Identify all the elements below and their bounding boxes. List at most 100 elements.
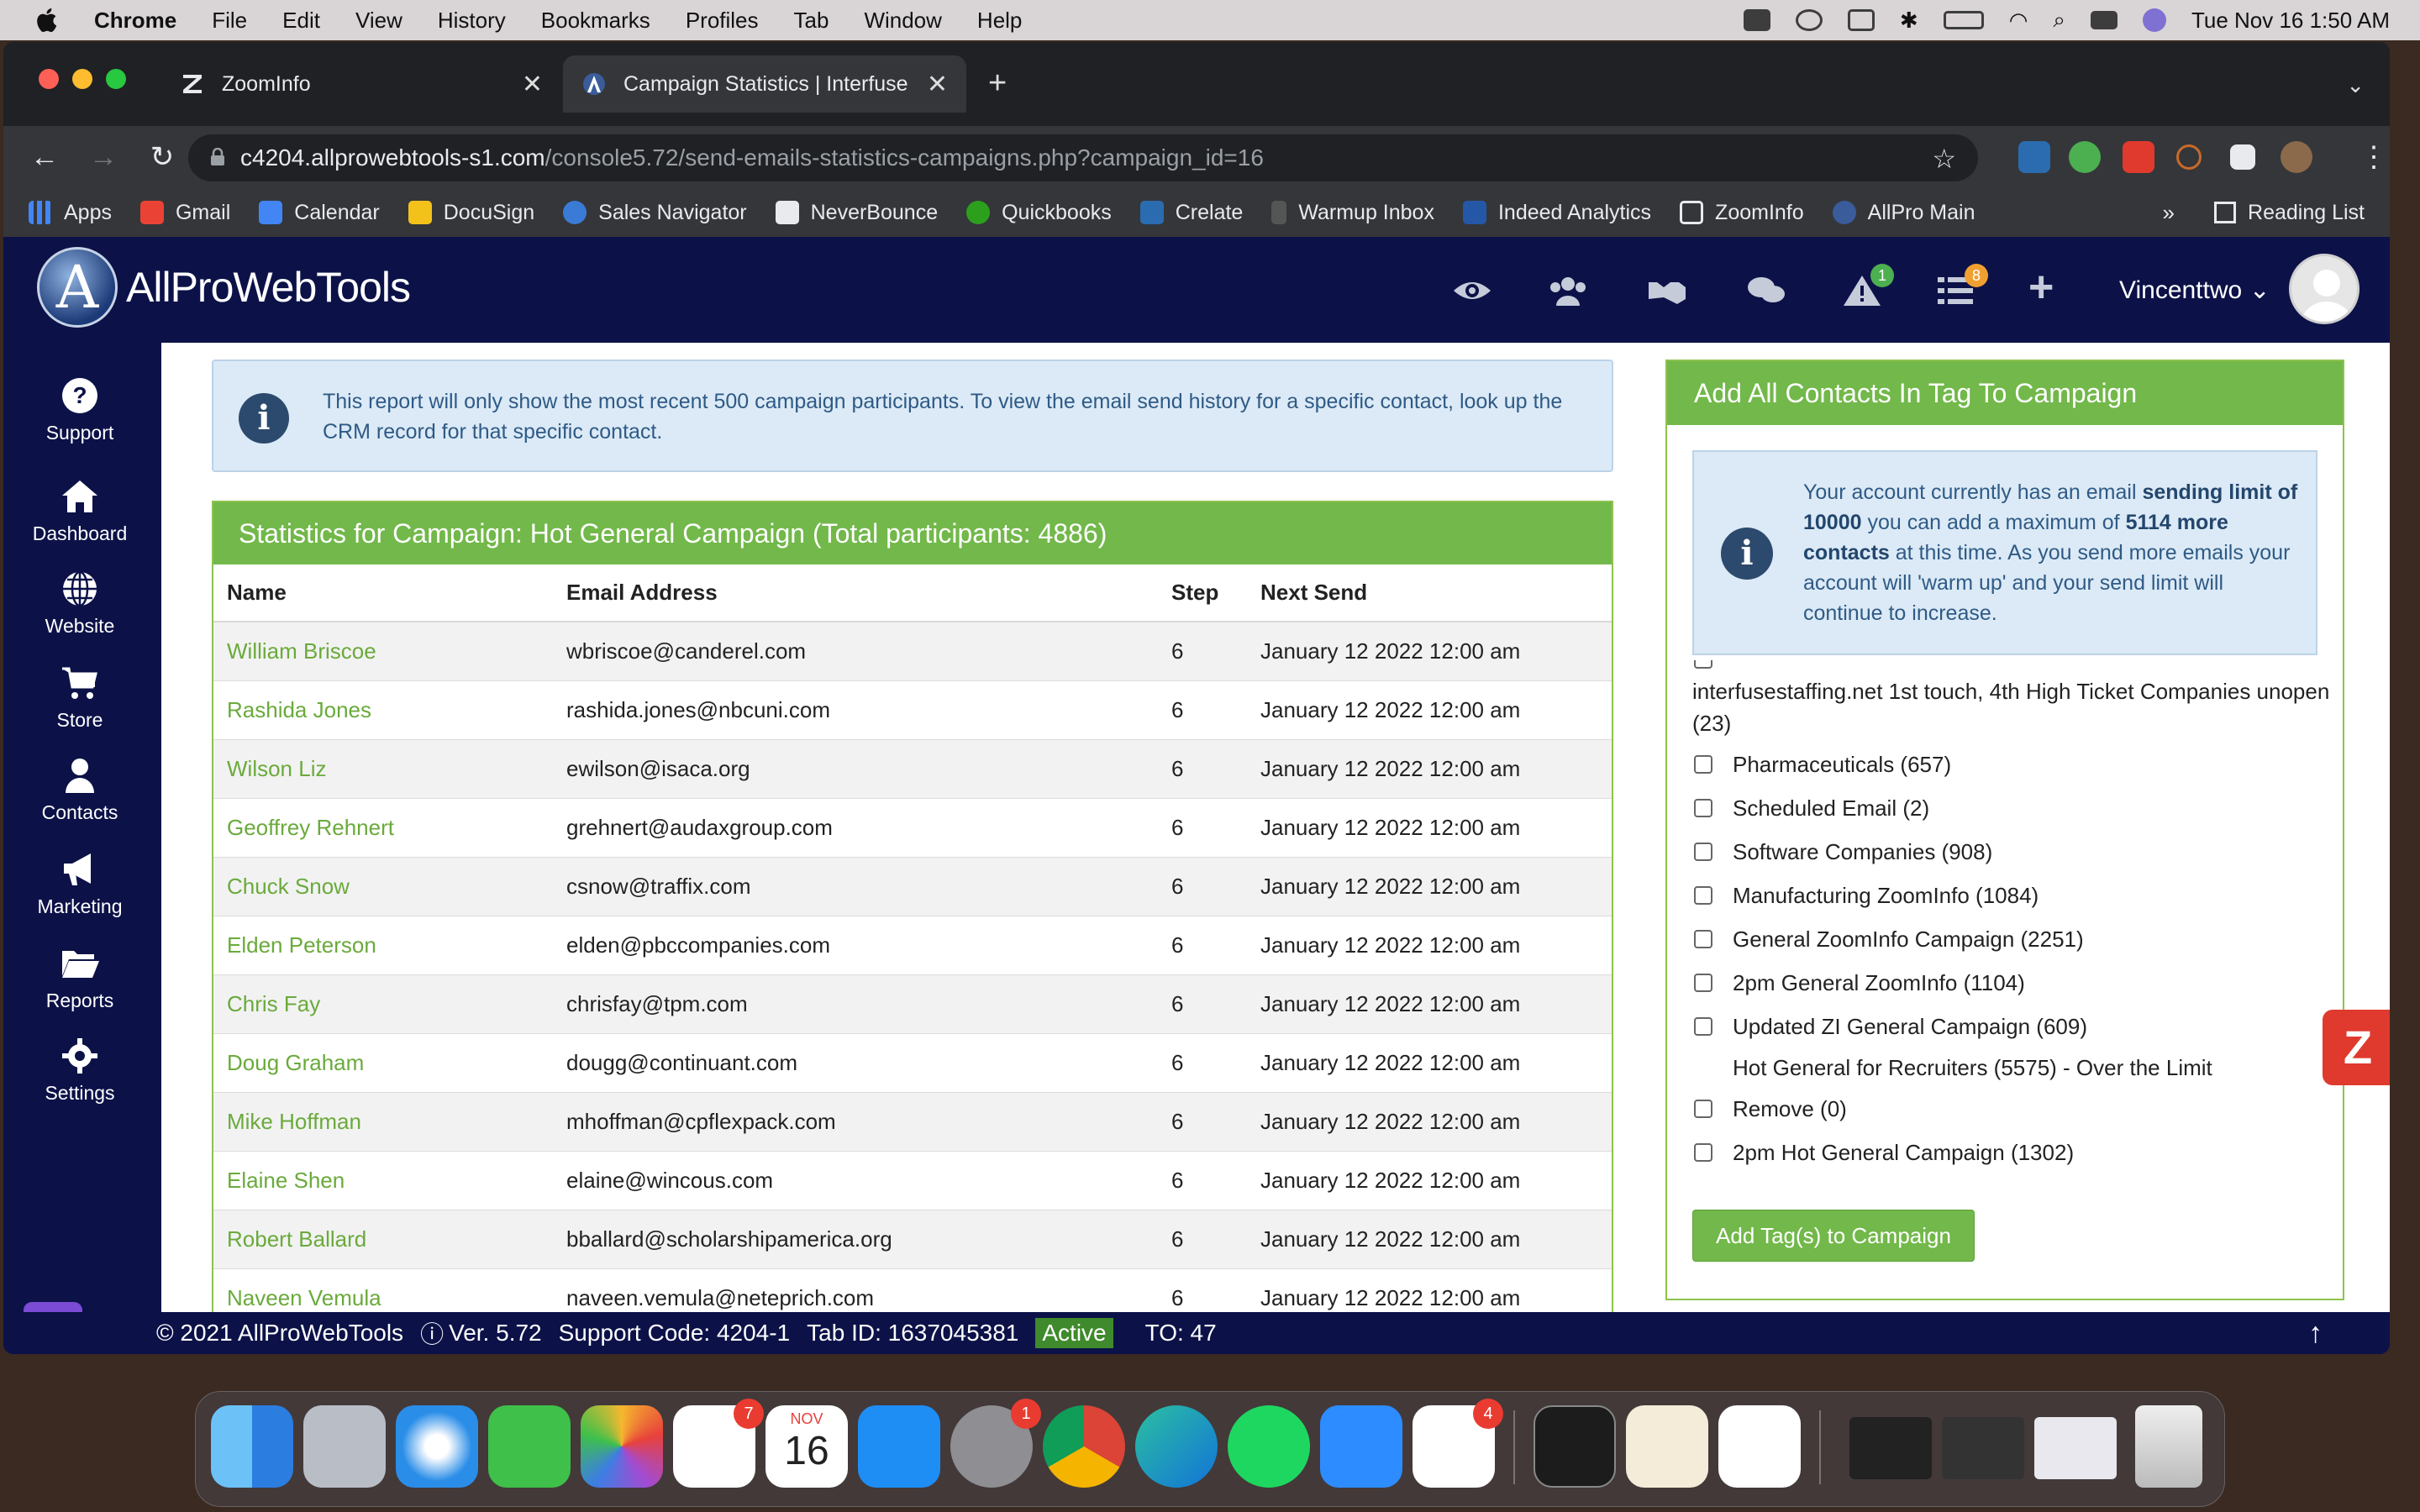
window-thumbnail[interactable] [1849,1417,1932,1479]
col-step[interactable]: Step [1171,564,1260,622]
window-thumbnail[interactable] [1942,1417,2024,1479]
sidebar-item-support[interactable]: ? Support [3,376,156,444]
chat-bubbles-icon[interactable] [1746,274,1786,307]
slack-icon[interactable]: 4 [1413,1399,1503,1488]
tag-checkbox[interactable] [1694,843,1712,861]
siri-icon[interactable] [2142,8,2166,32]
sidebar-item-reports[interactable]: Reports [3,944,156,1012]
zoominfo-side-button[interactable]: Z [2323,1010,2390,1085]
back-arrow-icon[interactable]: ← [27,141,62,174]
participant-name-link[interactable]: Chris Fay [213,974,566,1034]
users-icon[interactable] [1548,274,1588,307]
tasks-button[interactable]: 8 [1936,264,1988,307]
bookmark-star-icon[interactable]: ☆ [1932,143,1956,175]
tag-item[interactable]: 2pm Hot General Campaign (1302) [1692,1131,2331,1174]
sidebar-item-store[interactable]: Store [3,664,156,732]
menu-app-name[interactable]: Chrome [94,8,176,34]
apple-icon[interactable] [34,6,62,34]
safari-icon[interactable] [396,1405,478,1488]
bookmark-warmup-inbox[interactable]: Warmup Inbox [1271,201,1434,225]
tag-checkbox[interactable] [1694,1143,1712,1162]
finder-icon[interactable] [211,1405,293,1488]
tag-checkbox[interactable] [1694,974,1712,992]
participant-name-link[interactable]: Rashida Jones [213,680,566,740]
participant-name-link[interactable]: Doug Graham [213,1033,566,1093]
menu-window[interactable]: Window [864,8,941,34]
bookmark-sales-navigator[interactable]: Sales Navigator [563,201,747,225]
participant-name-link[interactable]: William Briscoe [213,622,566,681]
numbers-icon[interactable] [1718,1405,1801,1488]
reading-list-button[interactable]: Reading List [2214,201,2365,225]
menu-bookmarks[interactable]: Bookmarks [541,8,650,34]
sidebar-item-website[interactable]: Website [3,570,156,638]
menu-view[interactable]: View [355,8,402,34]
participant-name-link[interactable]: Naveen Vemula [213,1268,566,1312]
lock-icon[interactable] [210,148,225,166]
menu-file[interactable]: File [212,8,247,34]
scroll-top-arrow-icon[interactable]: ↑ [2308,1317,2323,1350]
menubar-clock[interactable]: Tue Nov 16 1:50 AM [2191,8,2390,34]
tag-item[interactable]: Scheduled Email (2) [1692,786,2331,830]
chrome-icon[interactable] [1043,1405,1125,1488]
tag-checkbox[interactable] [1694,1100,1712,1118]
extensions-puzzle-icon[interactable] [2230,144,2255,170]
bookmark-apps[interactable]: Apps [29,201,112,225]
launchpad-icon[interactable] [303,1405,386,1488]
sidebar-item-settings[interactable]: Settings [3,1037,156,1105]
participant-name-link[interactable]: Geoffrey Rehnert [213,798,566,858]
user-menu[interactable]: Vincenttwo ⌄ [2119,276,2270,305]
participant-name-link[interactable]: Chuck Snow [213,857,566,916]
sidebar-item-dashboard[interactable]: Dashboard [3,477,156,545]
minimize-window-button[interactable] [72,69,92,89]
col-email[interactable]: Email Address [566,564,1171,622]
tag-checkbox[interactable] [1694,1017,1712,1036]
control-center-icon[interactable] [2090,11,2118,29]
wifi-icon[interactable]: ◠ [2009,8,2028,34]
zoom-icon[interactable] [1320,1405,1402,1488]
participant-name-link[interactable]: Wilson Liz [213,739,566,799]
spotify-icon[interactable] [1228,1405,1310,1488]
battery-icon[interactable] [1943,11,1984,29]
forward-arrow-icon[interactable]: → [86,141,121,174]
tag-checkbox[interactable] [1694,886,1712,905]
handshake-icon[interactable] [1647,274,1687,307]
bookmark-docusign[interactable]: DocuSign [408,201,534,225]
profile-avatar-icon[interactable] [2281,141,2312,173]
alerts-button[interactable]: 1 [1842,264,1894,307]
bookmark-zoominfo[interactable]: ZoomInfo [1680,201,1804,225]
tag-item[interactable]: General ZoomInfo Campaign (2251) [1692,917,2331,961]
col-next-send[interactable]: Next Send [1260,564,1612,622]
tab-campaign-statistics[interactable]: Campaign Statistics | Interfuse ✕ [563,55,966,113]
close-tab-icon[interactable]: ✕ [522,70,543,99]
moon-extension-icon[interactable] [2176,144,2202,170]
zoom-status-icon[interactable] [1743,9,1770,31]
address-bar[interactable]: c4204.allprowebtools-s1.com/console5.72/… [188,134,1978,181]
menu-edit[interactable]: Edit [282,8,320,34]
reload-icon[interactable]: ↻ [145,140,180,174]
bluetooth-icon[interactable]: ✱ [1900,8,1918,34]
participant-name-link[interactable]: Elaine Shen [213,1151,566,1210]
eye-icon[interactable] [1452,274,1492,307]
tag-item[interactable]: Manufacturing ZoomInfo (1084) [1692,874,2331,917]
window-thumbnail[interactable] [2034,1417,2117,1479]
bookmark-indeed-analytics[interactable]: Indeed Analytics [1462,201,1651,225]
keyboard-status-icon[interactable] [1847,9,1875,31]
more-bookmarks-chevron-icon[interactable]: » [2163,200,2175,226]
tab-zoominfo[interactable]: ZoomInfo ✕ [161,55,561,113]
app-store-icon[interactable] [858,1405,940,1488]
add-plus-icon[interactable]: + [2028,262,2069,312]
system-preferences-icon[interactable]: 1 [950,1399,1041,1488]
menu-help[interactable]: Help [977,8,1022,34]
tag-checkbox[interactable] [1694,799,1712,817]
frog-extension-icon[interactable] [2069,141,2101,173]
new-tab-icon[interactable]: + [988,66,1007,102]
tag-checkbox-list[interactable]: interfusestaffing.net 1st touch, 4th Hig… [1692,660,2331,1174]
col-name[interactable]: Name [213,564,566,622]
zoominfo-extension-icon[interactable] [2123,141,2154,173]
tag-item[interactable]: Pharmaceuticals (657) [1692,743,2331,786]
allpro-logo[interactable]: A AllProWebTools [37,247,411,328]
maximize-window-button[interactable] [106,69,126,89]
bookmark-crelate[interactable]: Crelate [1139,201,1243,225]
participant-name-link[interactable]: Robert Ballard [213,1210,566,1269]
bookmark-neverbounce[interactable]: NeverBounce [775,201,938,225]
